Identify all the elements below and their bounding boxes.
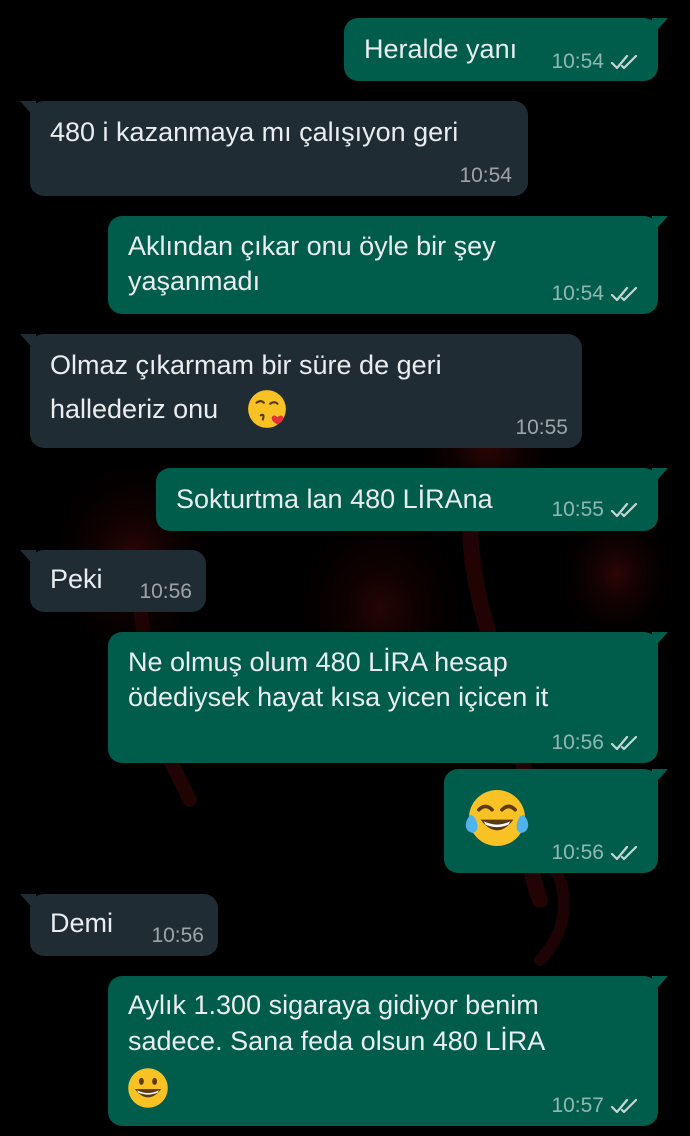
message-text: 480 i kazanmaya mı çalışıyon geri [50, 117, 459, 147]
message-bubble-incoming[interactable]: 480 i kazanmaya mı çalışıyon geri 10:54 [20, 101, 528, 196]
message-meta: 10:56 [551, 841, 640, 865]
face-blowing-a-kiss-emoji [248, 390, 286, 428]
message-bubble-outgoing[interactable]: Heralde yanı 10:54 [344, 18, 668, 81]
message-text-line: hallederiz onu [50, 394, 219, 424]
bubble-tail [20, 101, 36, 119]
double-check-icon [610, 286, 638, 302]
message-bubble-incoming[interactable]: Demi 10:56 [20, 894, 218, 956]
bubble-tail [20, 334, 36, 352]
message-meta: 10:56 [551, 731, 640, 755]
message-meta: 10:55 [551, 498, 640, 522]
message-text-line: Olmaz çıkarmam bir süre de geri [50, 350, 442, 380]
message-text: Heralde yanı [364, 34, 518, 64]
grinning-face-emoji [128, 1068, 168, 1108]
bubble-tail [652, 18, 668, 36]
message-meta: 10:56 [139, 580, 192, 604]
message-bubble-outgoing[interactable]: Aylık 1.300 sigaraya gidiyor benim sadec… [108, 976, 668, 1126]
message-bubble-incoming[interactable]: Peki 10:56 [20, 550, 206, 612]
bubble-tail [652, 769, 668, 787]
message-bubble-outgoing[interactable]: Ne olmuş olum 480 LİRA hesap ödediysek h… [108, 632, 668, 763]
message-bubble-outgoing[interactable]: Sokturtma lan 480 LİRAna 10:55 [156, 468, 668, 531]
message-time: 10:55 [515, 416, 568, 439]
message-bubble-outgoing[interactable]: Aklından çıkar onu öyle bir şey yaşanmad… [108, 216, 668, 314]
message-text: Demi [50, 908, 114, 938]
message-time: 10:56 [139, 580, 192, 603]
message-meta: 10:54 [551, 282, 640, 306]
message-text: Sokturtma lan 480 LİRAna [176, 484, 493, 514]
message-meta: 10:55 [515, 416, 568, 440]
message-time: 10:54 [459, 164, 512, 187]
message-text-line: ödediysek hayat kısa yicen içicen it [128, 682, 549, 712]
message-meta: 10:54 [551, 50, 640, 74]
message-meta: 10:56 [151, 924, 204, 948]
message-time: 10:56 [551, 841, 604, 864]
bubble-tail [652, 468, 668, 486]
message-bubble-outgoing[interactable]: 10:56 [444, 769, 668, 873]
message-bubble-incoming[interactable]: Olmaz çıkarmam bir süre de geri halleder… [20, 334, 582, 448]
face-with-tears-of-joy-emoji [465, 789, 529, 847]
message-text-line: Ne olmuş olum 480 LİRA hesap [128, 647, 508, 677]
message-text-line: Aklından çıkar onu öyle bir şey [128, 231, 496, 261]
double-check-icon [610, 502, 638, 518]
message-meta: 10:54 [459, 164, 512, 188]
message-meta: 10:57 [551, 1094, 640, 1118]
message-text-line: sadece. Sana feda olsun 480 LİRA [128, 1026, 546, 1056]
message-time: 10:55 [551, 498, 604, 521]
message-time: 10:56 [151, 924, 204, 947]
conversation: Heralde yanı 10:54 480 i kazanmaya mı ça… [0, 0, 690, 1136]
message-time: 10:57 [551, 1094, 604, 1117]
double-check-icon [610, 845, 638, 861]
bubble-tail [20, 894, 36, 912]
double-check-icon [610, 735, 638, 751]
bubble-tail [652, 976, 668, 994]
bubble-tail [652, 216, 668, 234]
message-time: 10:54 [551, 50, 604, 73]
message-time: 10:56 [551, 731, 604, 754]
message-text: Peki [50, 564, 103, 594]
message-text-line: yaşanmadı [128, 266, 261, 296]
message-time: 10:54 [551, 282, 604, 305]
message-text-line: Aylık 1.300 sigaraya gidiyor benim [128, 990, 539, 1020]
bubble-tail [20, 550, 36, 568]
bubble-tail [652, 632, 668, 650]
double-check-icon [610, 54, 638, 70]
double-check-icon [610, 1098, 638, 1114]
